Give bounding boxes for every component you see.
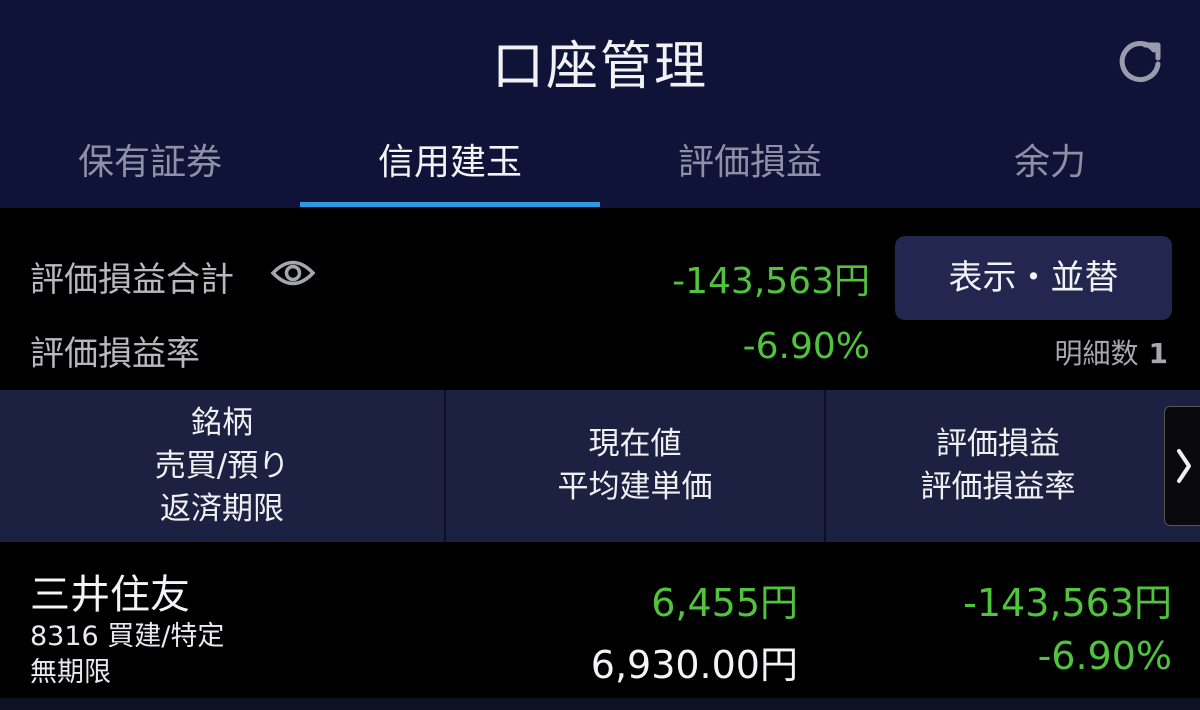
tab-holdings[interactable]: 保有証券: [0, 130, 300, 208]
chevron-right-icon: [1177, 449, 1191, 483]
current-price: 6,455円: [651, 581, 798, 625]
table-footer-strip: [0, 698, 1200, 710]
avg-price: 6,930.00円: [590, 643, 798, 687]
item-count: 明細数 1: [1055, 332, 1169, 372]
stock-code-info: 8316 買建/特定: [30, 621, 225, 652]
tab-margin-positions[interactable]: 信用建玉: [300, 130, 600, 208]
header-col-price[interactable]: 現在値 平均建単価: [446, 390, 824, 542]
header-deadline: 返済期限: [160, 490, 284, 527]
row-pl-rate: -6.90%: [1037, 634, 1172, 678]
tab-profit-loss[interactable]: 評価損益: [600, 130, 900, 208]
header-current-price: 現在値: [588, 426, 682, 462]
header-pl-rate: 評価損益率: [920, 469, 1076, 505]
stock-name: 三井住友: [30, 572, 190, 618]
item-count-label: 明細数: [1054, 337, 1139, 370]
header-avg-price: 平均建単価: [557, 469, 713, 505]
header-pl: 評価損益: [936, 426, 1060, 462]
total-pl-value: -143,563円: [672, 261, 870, 302]
header-trade-type: 売買/預り: [154, 447, 290, 484]
stock-deadline: 無期限: [30, 657, 111, 688]
active-tab-indicator: [300, 202, 600, 207]
refresh-icon[interactable]: [1114, 36, 1166, 88]
tab-buying-power[interactable]: 余力: [900, 130, 1200, 208]
tab-bar: 保有証券 信用建玉 評価損益 余力: [0, 130, 1200, 208]
header-stock-name: 銘柄: [191, 404, 253, 441]
header-col-pl[interactable]: 評価損益 評価損益率: [826, 390, 1200, 542]
total-pl-label: 評価損益合計: [30, 260, 234, 300]
item-count-value: 1: [1148, 337, 1168, 370]
page-title: 口座管理: [491, 37, 708, 97]
eye-icon[interactable]: [270, 258, 316, 288]
app-header: 口座管理 保有証券 信用建玉 評価損益 余力: [0, 0, 1200, 208]
table-header: 銘柄 売買/預り 返済期限 現在値 平均建単価 評価損益 評価損益率: [0, 390, 1200, 542]
row-pl-value: -143,563円: [963, 581, 1172, 625]
header-col-stock[interactable]: 銘柄 売買/預り 返済期限: [0, 390, 444, 542]
scroll-right-button[interactable]: [1164, 406, 1200, 526]
pl-rate-label: 評価損益率: [30, 334, 200, 374]
pl-rate-value: -6.90%: [742, 326, 870, 367]
display-sort-button[interactable]: 表示・並替: [895, 236, 1172, 320]
